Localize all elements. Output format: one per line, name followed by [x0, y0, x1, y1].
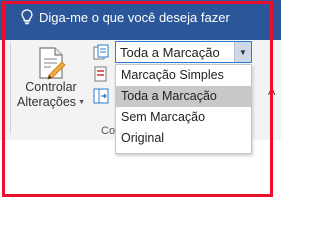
- option-no-markup[interactable]: Sem Marcação: [116, 107, 251, 128]
- tell-me-text: Diga-me o que você deseja fazer: [39, 9, 230, 25]
- markup-dropdown-list: Marcação Simples Toda a Marcação Sem Mar…: [115, 64, 252, 154]
- tracking-small-icons: [93, 44, 111, 110]
- title-bar: Diga-me o que você deseja fazer: [0, 0, 281, 40]
- lightbulb-icon: [21, 9, 33, 25]
- track-changes-label-line1: Controlar: [25, 80, 77, 94]
- track-changes-icon: [39, 47, 66, 80]
- display-markup-icon[interactable]: [93, 44, 109, 60]
- chevron-down-icon[interactable]: ▼: [234, 42, 251, 62]
- track-changes-button[interactable]: Controlar Alterações ▼: [13, 44, 89, 122]
- option-original[interactable]: Original: [116, 128, 251, 149]
- group-separator: [10, 42, 11, 134]
- ribbon-right-edge-text: A: [268, 86, 276, 98]
- track-changes-label-line2-wrap: Alterações ▼: [17, 95, 85, 110]
- option-simple-markup[interactable]: Marcação Simples: [116, 65, 251, 86]
- combo-selected-value: Toda a Marcação: [120, 44, 220, 60]
- show-markup-icon[interactable]: [93, 66, 109, 82]
- option-all-markup[interactable]: Toda a Marcação: [116, 86, 251, 107]
- display-for-review-combo[interactable]: Toda a Marcação ▼: [115, 41, 252, 63]
- group-label: Co: [101, 125, 116, 137]
- track-changes-label-line2: Alterações: [17, 95, 77, 109]
- reviewing-pane-icon[interactable]: [93, 88, 109, 104]
- tell-me-box[interactable]: Diga-me o que você deseja fazer: [20, 9, 230, 25]
- chevron-down-icon: ▼: [78, 99, 85, 106]
